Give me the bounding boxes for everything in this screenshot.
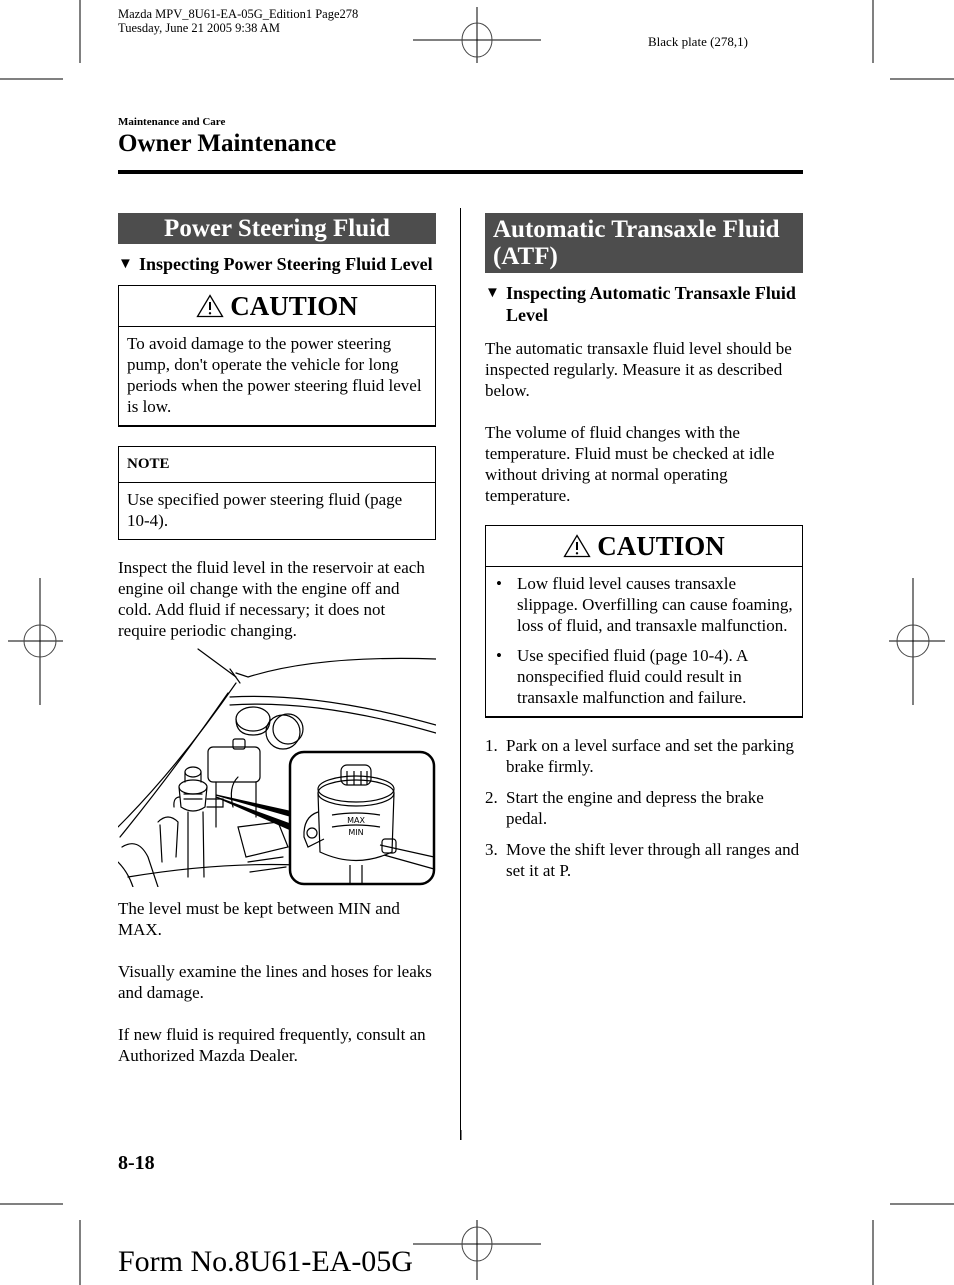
step-number: 1. [485,736,498,755]
warning-triangle-icon [563,534,591,558]
note-label: NOTE [119,447,435,483]
min-label: MIN [348,828,363,837]
triangle-down-icon: ▼ [118,256,133,272]
step-text: Park on a level surface and set the park… [506,736,794,776]
chapter-label: Maintenance and Care [118,116,226,128]
print-date-line: Tuesday, June 21 2005 9:38 AM [118,21,280,35]
caution-label: CAUTION [597,531,725,561]
print-job-line: Mazda MPV_8U61-EA-05G_Edition1 Page278 [118,7,359,21]
subheading-text: Inspecting Automatic Transaxle Fluid Lev… [506,283,796,325]
plate-label: Black plate (278,1) [648,34,748,49]
registration-mark [889,578,945,705]
step-text: Start the engine and depress the brake p… [506,788,764,828]
registration-mark [8,578,63,705]
atf-subheading: ▼ Inspecting Automatic Transaxle Fluid L… [485,282,803,326]
hoses-paragraph: Visually examine the lines and hoses for… [118,962,432,1002]
step-item: 2. Start the engine and depress the brak… [485,787,803,829]
registration-mark [413,1220,541,1280]
section-title: Owner Maintenance [118,130,337,157]
form-number: Form No.8U61-EA-05G [118,1245,413,1278]
registration-mark [413,7,541,63]
power-steering-subheading: ▼ Inspecting Power Steering Fluid Level [118,253,436,275]
step-text: Move the shift lever through all ranges … [506,840,800,880]
step-item: 3. Move the shift lever through all rang… [485,839,803,881]
atf-intro-paragraph: The automatic transaxle fluid level shou… [485,339,792,400]
bullet-icon: • [496,646,502,665]
page-number: 8-18 [118,1152,155,1174]
print-job-info: Mazda MPV_8U61-EA-05G_Edition1 Page278 T… [118,7,358,35]
max-label: MAX [347,816,365,825]
bullet-text: Use specified fluid (page 10-4). A nonsp… [517,646,748,707]
bullet-text: Low fluid level causes transaxle slippag… [517,574,793,635]
caution-header: CAUTION [119,286,435,327]
caution-box: CAUTION • Low fluid level causes transax… [485,525,803,718]
note-box: NOTE Use specified power steering fluid … [118,446,436,540]
caution-label: CAUTION [230,291,358,321]
dealer-paragraph: If new fluid is required frequently, con… [118,1025,426,1065]
title-rule [118,170,803,174]
caution-box: CAUTION To avoid damage to the power ste… [118,285,436,427]
step-number: 2. [485,788,498,807]
triangle-down-icon: ▼ [485,285,500,301]
power-steering-reservoir-illustration: MAX MIN [117,648,437,888]
warning-triangle-icon [196,294,224,318]
power-steering-banner: Power Steering Fluid [118,213,436,244]
step-item: 1. Park on a level surface and set the p… [485,735,803,777]
step-number: 3. [485,840,498,859]
left-column: Power Steering Fluid ▼ Inspecting Power … [117,213,437,1066]
caution-bullet: • Low fluid level causes transaxle slipp… [494,573,794,636]
bullet-icon: • [496,574,502,593]
reservoir-inset: MAX MIN [288,750,436,886]
right-column: Automatic Transaxle Fluid (ATF) ▼ Inspec… [485,213,803,881]
inspect-paragraph: Inspect the fluid level in the reservoir… [118,558,425,640]
level-paragraph: The level must be kept between MIN and M… [118,899,400,939]
atf-banner: Automatic Transaxle Fluid (ATF) [485,213,803,273]
caution-bullet: • Use specified fluid (page 10-4). A non… [494,645,794,708]
caution-header: CAUTION [486,526,802,567]
caution-bullets: • Low fluid level causes transaxle slipp… [486,567,802,716]
subheading-text: Inspecting Power Steering Fluid Level [139,254,433,274]
note-text: Use specified power steering fluid (page… [127,490,403,530]
atf-temperature-paragraph: The volume of fluid changes with the tem… [485,423,775,505]
column-divider [460,208,461,1140]
caution-text: To avoid damage to the power steering pu… [127,334,422,416]
steps-list: 1. Park on a level surface and set the p… [485,735,803,881]
